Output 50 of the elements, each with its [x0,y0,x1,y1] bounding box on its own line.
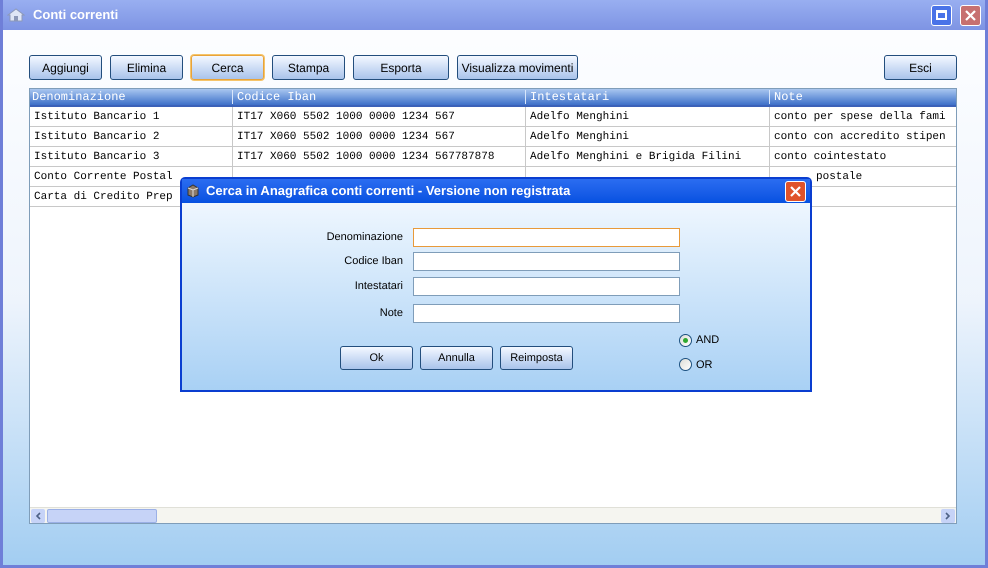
toolbar-button[interactable]: Cerca [191,55,264,80]
scroll-thumb[interactable] [47,508,157,522]
table-cell-text: conto per spese della fami [774,110,946,125]
toolbar-button[interactable]: Visualizza movimenti [457,55,578,80]
exit-button[interactable]: Esci [884,55,957,80]
table-cell-text: Istituto Bancario 1 [34,110,160,125]
house-icon [7,8,25,22]
dialog-title: Cerca in Anagrafica conti correnti - Versione non registrata [206,182,572,200]
table-cell-text: conto con accredito stipen [774,130,946,145]
table-cell-text: Istituto Bancario 2 [34,130,160,145]
close-button[interactable] [960,4,981,26]
table-cell-text: Adelfo Menghini [530,110,630,125]
radio-button[interactable] [679,334,692,347]
horizontal-scrollbar[interactable] [30,507,956,523]
table-cell-text: Adelfo Menghini e Brigida Filini [530,150,742,165]
radio-button[interactable] [679,358,692,372]
text-field[interactable] [413,277,680,296]
field-label: Note [378,306,403,322]
field-label: Denominazione [326,230,403,246]
field-label: Codice Iban [343,254,403,270]
toolbar-button[interactable]: Stampa [272,55,345,80]
toolbar-button[interactable]: Aggiungi [29,55,102,80]
table-cell-text: conto cointestato [774,150,886,165]
scroll-left-button[interactable] [31,508,45,522]
radio-label: AND [696,333,720,348]
text-field[interactable] [413,228,680,247]
text-field[interactable] [413,304,680,323]
dialog-button[interactable]: Annulla [420,346,493,370]
close-button[interactable] [785,180,806,202]
table-cell-text: postale [816,170,862,185]
box-icon [186,184,200,198]
table-cell-text: Carta di Credito Prep [34,190,173,205]
toolbar-button[interactable]: Elimina [110,55,183,80]
dialog-button[interactable]: Reimposta [500,346,573,370]
table-cell-text: IT17 X060 5502 1000 0000 1234 567 [237,110,455,125]
radio-label: OR [696,358,712,372]
scroll-right-button[interactable] [941,508,955,522]
table-cell-text: Conto Corrente Postal [34,170,173,185]
table-cell-text: Adelfo Menghini [530,130,630,145]
close-icon [790,186,801,196]
text-field[interactable] [413,252,680,271]
close-icon [965,10,976,20]
table-cell-text: IT17 X060 5502 1000 0000 1234 567 [237,130,455,145]
table-cell-text: IT17 X060 5502 1000 0000 1234 567787878 [237,150,494,165]
maximize-button[interactable] [931,4,952,26]
field-label: Intestatari [354,279,403,294]
table-cell-text: Istituto Bancario 3 [34,150,160,165]
toolbar-button[interactable]: Esporta [353,55,449,80]
window-title: Conti correnti [33,6,120,24]
dialog-button[interactable]: Ok [340,346,413,370]
